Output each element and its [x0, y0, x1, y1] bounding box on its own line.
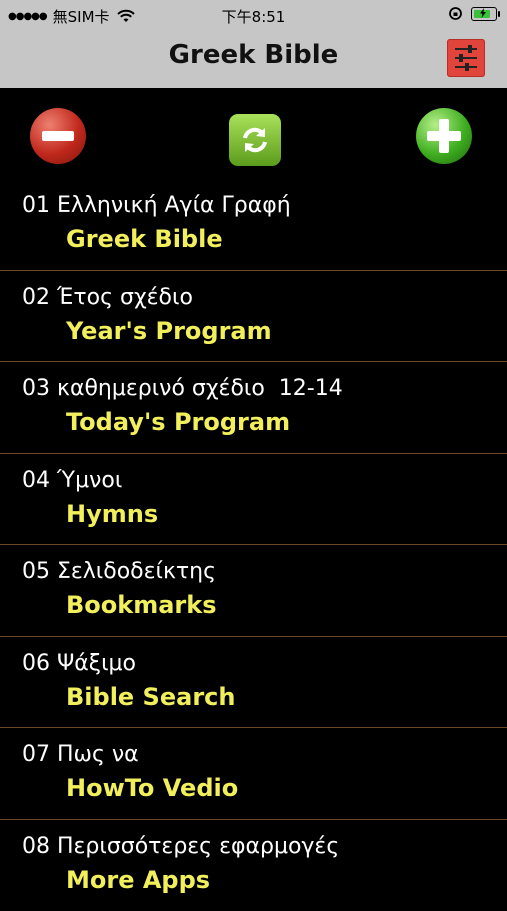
- add-button[interactable]: [416, 108, 472, 164]
- plus-icon-vertical: [439, 119, 449, 153]
- list-item[interactable]: 02 Έτος σχέδιο Year's Program: [0, 271, 507, 363]
- item-english-label: More Apps: [66, 866, 210, 894]
- item-greek-label: 01 Ελληνική Αγία Γραφή: [22, 193, 291, 218]
- minus-icon: [42, 131, 74, 141]
- item-english-label: Greek Bible: [66, 225, 223, 253]
- item-greek-label: 03 καθημερινό σχέδιο 12-14: [22, 376, 343, 401]
- sliders-icon: [447, 39, 485, 77]
- list-item[interactable]: 06 Ψάξιμο Bible Search: [0, 637, 507, 729]
- list-item[interactable]: 01 Ελληνική Αγία Γραφή Greek Bible: [0, 179, 507, 271]
- orientation-lock-icon: [448, 6, 463, 21]
- top-bar: ●●●●● 無SIM卡 下午8:51 Greek Bible: [0, 0, 507, 88]
- settings-button[interactable]: [447, 39, 485, 77]
- status-bar: ●●●●● 無SIM卡 下午8:51: [0, 0, 507, 30]
- item-english-label: Bookmarks: [66, 591, 217, 619]
- list-item[interactable]: 05 Σελιδοδείκτης Bookmarks: [0, 545, 507, 637]
- remove-button[interactable]: [30, 108, 86, 164]
- list-item[interactable]: 07 Πως να HowTo Vedio: [0, 728, 507, 820]
- page-title: Greek Bible: [0, 40, 507, 70]
- menu-list: 01 Ελληνική Αγία Γραφή Greek Bible 02 Έτ…: [0, 179, 507, 911]
- item-greek-label: 07 Πως να: [22, 742, 139, 767]
- item-english-label: Today's Program: [66, 408, 290, 436]
- item-english-label: Hymns: [66, 500, 158, 528]
- battery-icon: [471, 7, 497, 21]
- item-english-label: HowTo Vedio: [66, 774, 238, 802]
- item-english-label: Year's Program: [66, 317, 272, 345]
- item-greek-label: 06 Ψάξιμο: [22, 651, 136, 676]
- item-greek-label: 04 Ύμνοι: [22, 468, 122, 493]
- refresh-icon: [229, 114, 281, 166]
- item-greek-label: 05 Σελιδοδείκτης: [22, 559, 216, 584]
- list-item[interactable]: 04 Ύμνοι Hymns: [0, 454, 507, 546]
- status-time: 下午8:51: [0, 6, 507, 27]
- list-item[interactable]: 03 καθημερινό σχέδιο 12-14 Today's Progr…: [0, 362, 507, 454]
- list-item[interactable]: 08 Περισσότερες εφαρμογές More Apps: [0, 820, 507, 911]
- action-toolbar: [0, 108, 507, 172]
- item-english-label: Bible Search: [66, 683, 235, 711]
- item-greek-label: 08 Περισσότερες εφαρμογές: [22, 834, 339, 859]
- refresh-button[interactable]: [229, 114, 281, 166]
- item-greek-label: 02 Έτος σχέδιο: [22, 285, 193, 310]
- status-right-group: [448, 6, 497, 21]
